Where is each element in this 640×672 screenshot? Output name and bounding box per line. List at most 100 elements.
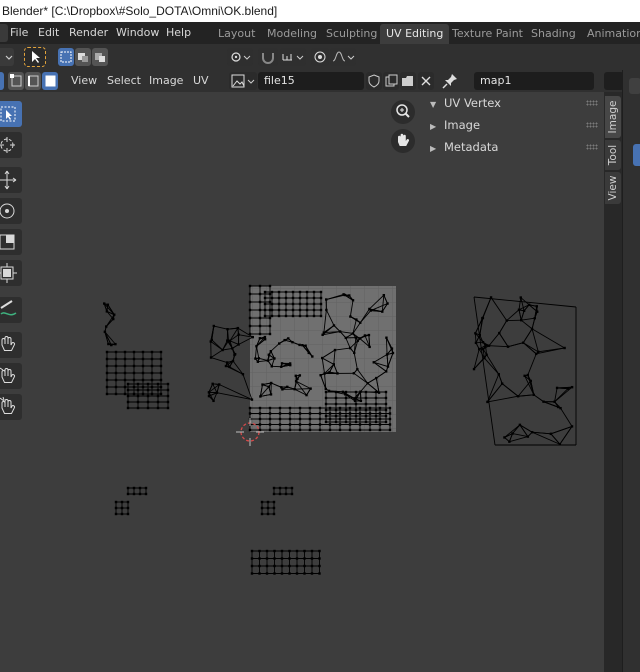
pivot-point-dropdown[interactable] bbox=[227, 48, 253, 66]
sidebar-tab-tool[interactable]: Tool bbox=[605, 140, 621, 170]
tab-layout[interactable]: Layout bbox=[212, 24, 261, 44]
window-title: Blender* [C:\Dropbox\#Solo_DOTA\Omni\OK.… bbox=[0, 0, 640, 22]
uv-island bbox=[260, 500, 276, 516]
image-icon bbox=[231, 74, 255, 88]
select-new-icon bbox=[60, 51, 72, 63]
menu-help[interactable]: Help bbox=[166, 22, 191, 44]
select-box-icon bbox=[0, 106, 16, 122]
pivot-icon bbox=[231, 52, 251, 62]
rotate-icon bbox=[0, 203, 15, 219]
falloff-curve-icon bbox=[332, 51, 355, 62]
menu-select[interactable]: Select bbox=[107, 70, 141, 92]
relax-hand-icon bbox=[0, 367, 16, 383]
sidebar-tab-view[interactable]: View bbox=[605, 172, 621, 204]
selection-mode-new[interactable] bbox=[58, 48, 74, 66]
tool-relax[interactable] bbox=[0, 363, 22, 389]
tool-grab[interactable] bbox=[0, 332, 22, 358]
tab-modeling[interactable]: Modeling bbox=[261, 24, 323, 44]
tool-select-box[interactable] bbox=[0, 101, 22, 127]
close-icon bbox=[421, 76, 431, 86]
pinch-hand-icon bbox=[0, 397, 16, 414]
adjacent-editor-active-tab[interactable] bbox=[633, 144, 640, 166]
uv-map-field[interactable]: map1 bbox=[474, 72, 594, 90]
uv-sync-selection-toggle[interactable] bbox=[0, 72, 4, 90]
folder-icon bbox=[402, 76, 413, 86]
fake-user-button[interactable] bbox=[366, 72, 382, 90]
tool-pinch[interactable] bbox=[0, 394, 22, 420]
snap-toggle[interactable] bbox=[258, 48, 278, 66]
vertex-select-icon bbox=[10, 74, 22, 87]
select-subtract-icon bbox=[95, 53, 105, 62]
panel-metadata[interactable]: ▶ Metadata bbox=[430, 136, 498, 158]
uv-island bbox=[250, 549, 321, 575]
proportional-edit-toggle[interactable] bbox=[311, 48, 329, 66]
uv-viewport[interactable] bbox=[0, 92, 604, 672]
tab-animation[interactable]: Animation bbox=[581, 24, 640, 44]
sidebar-panel: ▼ UV Vertex ▶ Image ▶ Metadata bbox=[424, 92, 604, 162]
tool-transform[interactable] bbox=[0, 260, 22, 286]
tab-uv-editing[interactable]: UV Editing bbox=[380, 24, 450, 44]
top-bar: File Edit Render Window Help Layout Mode… bbox=[0, 22, 640, 44]
tool-cursor[interactable] bbox=[0, 132, 22, 158]
tool-rotate[interactable] bbox=[0, 198, 22, 224]
zoom-button[interactable] bbox=[391, 100, 415, 124]
unlink-image-button[interactable] bbox=[418, 72, 434, 90]
panel-image-label: Image bbox=[444, 118, 481, 132]
uv-island bbox=[207, 324, 254, 403]
menu-window[interactable]: Window bbox=[116, 22, 159, 44]
snap-target-dropdown[interactable] bbox=[280, 48, 306, 66]
tool-scale[interactable] bbox=[0, 229, 22, 255]
tab-texture-paint[interactable]: Texture Paint bbox=[446, 24, 529, 44]
zoom-magnifier-icon bbox=[396, 104, 410, 118]
panel-drag-handle[interactable] bbox=[586, 122, 598, 128]
tool-annotate[interactable] bbox=[0, 297, 22, 323]
menu-image[interactable]: Image bbox=[149, 70, 183, 92]
uv-island bbox=[272, 486, 294, 496]
expanded-arrow-icon: ▼ bbox=[430, 100, 437, 109]
uv-island bbox=[114, 500, 130, 516]
falloff-dropdown[interactable] bbox=[330, 48, 356, 66]
pin-image-button[interactable] bbox=[441, 72, 459, 90]
selection-mode-extend[interactable] bbox=[75, 48, 91, 66]
image-name-field[interactable]: file15 bbox=[258, 72, 364, 90]
editor-type-icon[interactable] bbox=[0, 24, 8, 42]
uv-island bbox=[248, 406, 392, 432]
tab-sculpting[interactable]: Sculpting bbox=[320, 24, 383, 44]
panel-drag-handle[interactable] bbox=[586, 100, 598, 106]
menu-view[interactable]: View bbox=[71, 70, 97, 92]
uv-select-mode-vertex[interactable] bbox=[8, 72, 24, 90]
uv-select-mode-edge[interactable] bbox=[25, 72, 41, 90]
new-image-button[interactable] bbox=[383, 72, 399, 90]
panel-drag-handle[interactable] bbox=[586, 144, 598, 150]
panel-image[interactable]: ▶ Image bbox=[430, 114, 480, 136]
image-browse-dropdown[interactable] bbox=[229, 72, 257, 90]
tool-move[interactable] bbox=[0, 167, 22, 193]
menu-file[interactable]: File bbox=[10, 22, 28, 44]
tab-shading[interactable]: Shading bbox=[525, 24, 582, 44]
panel-uv-vertex[interactable]: ▼ UV Vertex bbox=[430, 92, 501, 114]
sidebar-tab-image[interactable]: Image bbox=[605, 96, 621, 138]
header-overflow[interactable] bbox=[604, 72, 624, 90]
select-extend-icon bbox=[78, 53, 88, 62]
chevron-down-icon bbox=[5, 55, 13, 60]
move-icon bbox=[0, 170, 17, 190]
uv-canvas[interactable] bbox=[0, 92, 604, 672]
uv-island bbox=[103, 302, 117, 347]
adjacent-editor-tab[interactable] bbox=[629, 78, 640, 94]
snap-increment-icon bbox=[282, 54, 304, 61]
menu-edit[interactable]: Edit bbox=[38, 22, 59, 44]
adjacent-editor-edge[interactable] bbox=[622, 70, 640, 672]
menu-uv[interactable]: UV bbox=[193, 70, 209, 92]
menu-render[interactable]: Render bbox=[69, 22, 108, 44]
edge-select-icon bbox=[28, 75, 39, 87]
uv-select-mode-face[interactable] bbox=[42, 72, 58, 90]
open-image-button[interactable] bbox=[400, 72, 416, 90]
scale-icon bbox=[0, 234, 15, 250]
cursor-arrow-icon bbox=[32, 51, 40, 63]
shield-icon bbox=[368, 74, 380, 88]
select-tool-indicator[interactable] bbox=[24, 47, 46, 67]
pan-button[interactable] bbox=[391, 129, 415, 153]
uv-island bbox=[472, 296, 577, 446]
editor-mode-dropdown[interactable] bbox=[0, 48, 14, 66]
selection-mode-subtract[interactable] bbox=[92, 48, 108, 66]
